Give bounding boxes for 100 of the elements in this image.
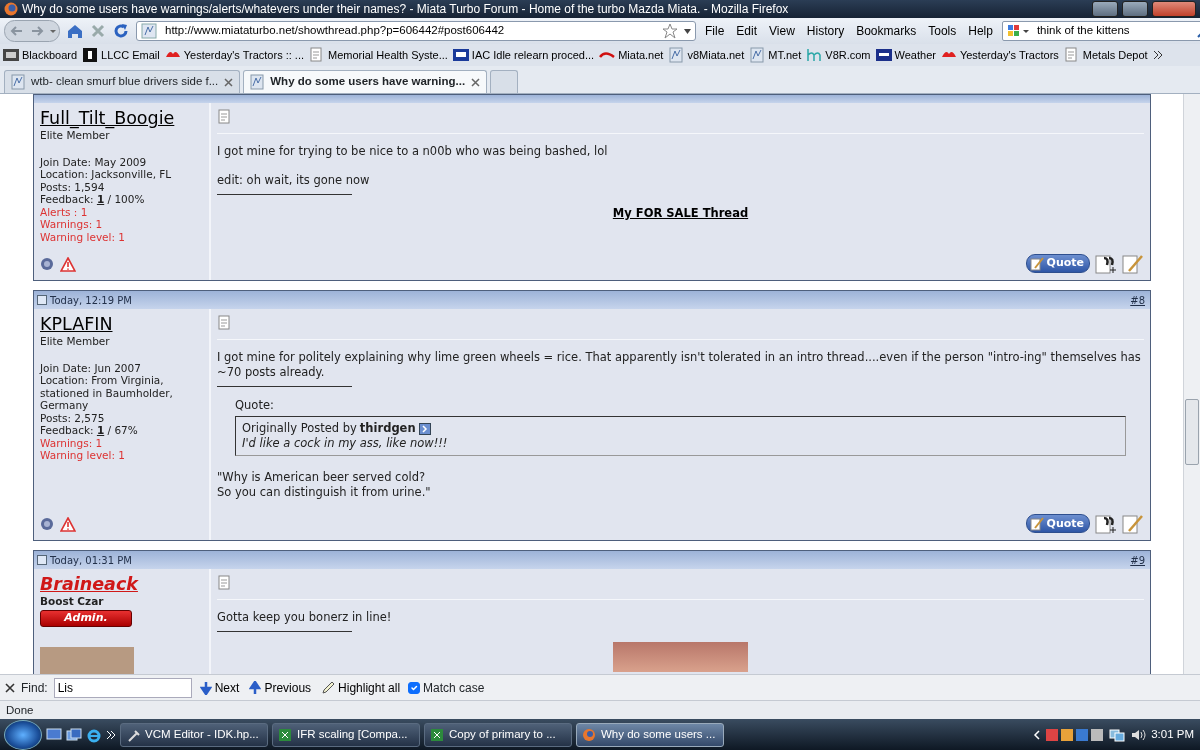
tray-expand-icon[interactable] bbox=[1033, 729, 1042, 740]
user-detail: Feedback: 1 / 100% bbox=[40, 193, 146, 206]
post-number-link[interactable]: #9 bbox=[1130, 552, 1145, 568]
username-link[interactable]: Braineack bbox=[40, 573, 203, 596]
firefox-logo-icon bbox=[582, 727, 596, 742]
offline-status-icon bbox=[40, 517, 54, 532]
warning-icon[interactable] bbox=[60, 517, 76, 533]
post-text: I got mine for trying to be nice to a n00b who was being bashed, lol bbox=[217, 144, 609, 159]
taskbar-button[interactable]: Copy of primary to ... bbox=[424, 722, 572, 747]
quick-reply-icon[interactable] bbox=[1122, 514, 1144, 535]
user-detail: Location: From Virginia, stationed in Baumholder, Germany bbox=[40, 374, 174, 412]
wrench-icon bbox=[126, 727, 140, 742]
maximize-button[interactable] bbox=[1122, 1, 1148, 17]
user-detail: Join Date: May 2009 bbox=[40, 155, 148, 168]
bookmark[interactable]: Yesterday's Tractors bbox=[940, 46, 1059, 64]
user-detail: Warning level: 1 bbox=[40, 230, 127, 243]
search-field[interactable]: think of the kittens bbox=[1034, 21, 1193, 41]
user-detail: Warning level: 1 bbox=[40, 449, 127, 462]
search-engine-icon bbox=[1006, 23, 1031, 39]
spreadsheet-icon bbox=[430, 727, 444, 742]
multi-quote-icon[interactable] bbox=[1095, 254, 1117, 274]
bookmark[interactable]: Miata.net bbox=[599, 46, 664, 64]
reload-icon[interactable] bbox=[112, 22, 130, 40]
browser-tab[interactable]: wtb- clean smurf blue drivers side f... bbox=[4, 70, 241, 93]
tablet-logo-icon bbox=[3, 47, 19, 63]
post-icon bbox=[217, 315, 231, 331]
menu-item[interactable]: File bbox=[702, 22, 728, 40]
pencil-note-icon bbox=[1029, 516, 1044, 531]
bookmark[interactable]: Memorial Health Syste... bbox=[309, 46, 448, 64]
search-box[interactable]: think of the kittens bbox=[1001, 21, 1200, 41]
menu-item[interactable]: Help bbox=[965, 22, 996, 40]
close-icon[interactable] bbox=[471, 77, 481, 87]
star-icon[interactable] bbox=[662, 23, 678, 39]
user-detail: Warnings: 1 bbox=[40, 218, 104, 231]
browser-tab[interactable]: Why do some users have warning... bbox=[243, 70, 488, 93]
bookmark[interactable]: v8Miata.net bbox=[668, 46, 745, 64]
taskbar-button[interactable]: Why do some users ... bbox=[576, 722, 724, 747]
post-timestamp: Today, 12:19 PM bbox=[50, 293, 132, 308]
find-field[interactable]: Lis bbox=[53, 677, 192, 698]
find-previous-button[interactable]: Previous bbox=[247, 678, 314, 697]
bookmark[interactable]: Blackboard bbox=[3, 46, 78, 64]
vertical-scrollbar[interactable] bbox=[1183, 94, 1200, 674]
pencil-note-icon bbox=[1029, 256, 1044, 271]
highlighter-icon bbox=[321, 680, 336, 695]
menu-item[interactable]: History bbox=[803, 22, 848, 40]
page-icon bbox=[37, 295, 47, 305]
highlight-all-button[interactable]: Highlight all bbox=[319, 678, 403, 697]
quote-attribution: Originally Posted by bbox=[242, 421, 357, 437]
desktop-icon[interactable] bbox=[46, 727, 62, 742]
user-detail: Posts: 2,575 bbox=[40, 411, 106, 424]
username-link[interactable]: Full_Tilt_Boogie bbox=[40, 107, 203, 129]
match-case-label: Match case bbox=[423, 679, 485, 697]
back-forward-buttons-icon[interactable] bbox=[4, 20, 60, 42]
up-arrow-icon bbox=[249, 680, 262, 695]
signature-link[interactable]: My FOR SALE Thread bbox=[612, 205, 749, 223]
user-detail: Alerts : 1 bbox=[40, 205, 89, 218]
menu-item[interactable]: Bookmarks bbox=[853, 22, 920, 40]
minimize-button[interactable] bbox=[1092, 1, 1118, 17]
page-icon bbox=[1063, 47, 1080, 63]
menu-item[interactable]: Edit bbox=[733, 22, 761, 40]
window-title: Why do some users have warnings/alerts/whatevers under their names? - Miata Turbo Forum - Home of the turbo Mazda Miata. - Mozilla Firefox bbox=[22, 1, 790, 18]
menu-item[interactable]: Tools bbox=[925, 22, 960, 40]
quote-label: Quote: bbox=[235, 397, 275, 414]
user-rank: Elite Member bbox=[40, 129, 111, 142]
quick-reply-icon[interactable] bbox=[1122, 254, 1144, 274]
find-next-button[interactable]: Next bbox=[197, 678, 242, 697]
bookmark[interactable]: MT.net bbox=[749, 46, 802, 64]
tab-label: Why do some users have warning... bbox=[270, 74, 466, 90]
home-icon[interactable] bbox=[66, 23, 84, 39]
close-button[interactable] bbox=[1152, 1, 1196, 17]
firefox-logo-icon bbox=[4, 2, 18, 16]
bookmark[interactable]: IAC Idle relearn proced... bbox=[452, 46, 595, 64]
network-icon[interactable] bbox=[1109, 726, 1126, 743]
bookmark[interactable]: Yesterday's Tractors :: ... bbox=[164, 46, 305, 64]
taskbar-button[interactable]: IFR scaling [Compa... bbox=[272, 722, 420, 747]
warning-icon[interactable] bbox=[60, 257, 76, 272]
status-text: Done bbox=[0, 700, 1200, 719]
quote-button[interactable]: Quote bbox=[1025, 514, 1090, 534]
taskbar-button[interactable]: VCM Editor - IDK.hp... bbox=[120, 722, 268, 747]
chevron-icon[interactable] bbox=[1152, 50, 1163, 60]
bookmark[interactable]: Weather bbox=[875, 46, 936, 64]
user-detail: Join Date: Jun 2007 bbox=[40, 361, 142, 374]
user-detail: Feedback: 1 / 67% bbox=[40, 424, 139, 437]
quote-button[interactable]: Quote bbox=[1025, 254, 1090, 273]
user-detail: Posts: 1,594 bbox=[40, 180, 106, 193]
username-link[interactable]: KPLAFIN bbox=[40, 313, 203, 335]
page-icon bbox=[37, 555, 47, 566]
match-case-checkbox[interactable] bbox=[408, 681, 421, 694]
dropdown-caret-icon[interactable] bbox=[684, 28, 691, 34]
window-switch-icon[interactable] bbox=[66, 727, 82, 742]
post-number-link[interactable]: #8 bbox=[1130, 292, 1145, 308]
quote-author: thirdgen bbox=[359, 421, 416, 437]
start-button[interactable] bbox=[4, 719, 42, 750]
multi-quote-icon[interactable] bbox=[1095, 514, 1117, 535]
bookmark[interactable]: LLCC Email bbox=[82, 46, 160, 64]
bookmark[interactable]: Metals Depot bbox=[1063, 46, 1148, 64]
close-icon[interactable] bbox=[5, 682, 15, 693]
post-icon bbox=[217, 109, 231, 125]
bookmark[interactable]: V8R.com bbox=[806, 46, 871, 64]
menu-item[interactable]: View bbox=[766, 22, 798, 40]
